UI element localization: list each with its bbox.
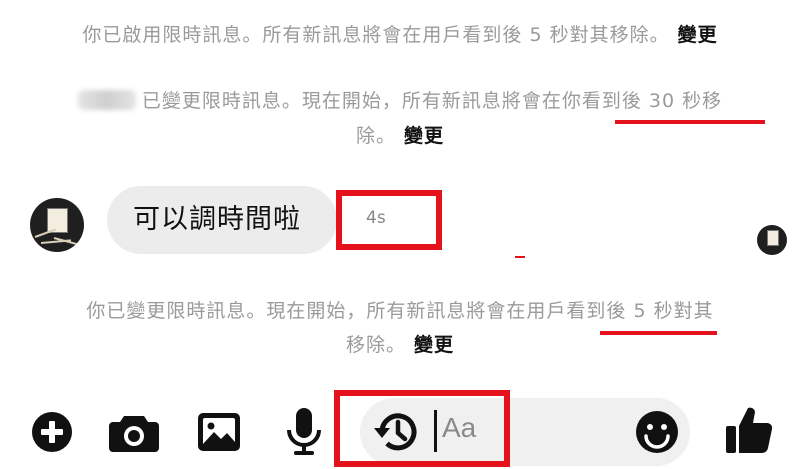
thumbs-up-icon[interactable] [724, 404, 774, 456]
annotation-mark [515, 256, 525, 258]
system-notice-enabled: 你已啟用限時訊息。所有新訊息將會在用戶看到後 5 秒對其移除。 變更 [0, 18, 800, 53]
notice-text: 除。 [355, 125, 396, 147]
microphone-icon[interactable] [284, 406, 324, 458]
message-timer: 4s [366, 208, 386, 228]
notice-text: 移除。 [345, 334, 406, 356]
annotation-box-input [334, 390, 510, 467]
change-link[interactable]: 變更 [678, 24, 718, 46]
plus-circle-icon[interactable] [30, 410, 74, 454]
sender-avatar[interactable] [30, 198, 84, 252]
smiley-icon[interactable] [634, 409, 680, 455]
message-bubble[interactable]: 可以調時間啦 [107, 186, 337, 254]
system-notice-you-changed: 你已變更限時訊息。現在開始，所有新訊息將會在用戶看到後 5 秒對其 [0, 294, 800, 329]
change-link[interactable]: 變更 [414, 334, 454, 356]
notice-text: 你已啟用限時訊息。所有新訊息將會在用戶看到後 5 秒對其移除。 [82, 24, 670, 46]
system-notice-peer-changed: 已變更限時訊息。現在開始，所有新訊息將會在你看到後 30 秒移 [0, 84, 800, 119]
blurred-username [77, 90, 136, 110]
notice-text: 已變更限時訊息。現在開始，所有新訊息將會在你看到後 30 秒移 [141, 90, 723, 112]
image-icon[interactable] [196, 410, 242, 454]
annotation-underline [615, 120, 765, 124]
notice-text: 你已變更限時訊息。現在開始，所有新訊息將會在用戶看到後 5 秒對其 [86, 300, 714, 322]
system-notice-peer-changed-cont: 除。 變更 [0, 119, 800, 154]
read-receipt-avatar [757, 225, 787, 255]
camera-icon[interactable] [108, 410, 160, 454]
annotation-box-timer [336, 190, 442, 250]
change-link[interactable]: 變更 [404, 125, 444, 147]
annotation-underline [600, 331, 717, 335]
